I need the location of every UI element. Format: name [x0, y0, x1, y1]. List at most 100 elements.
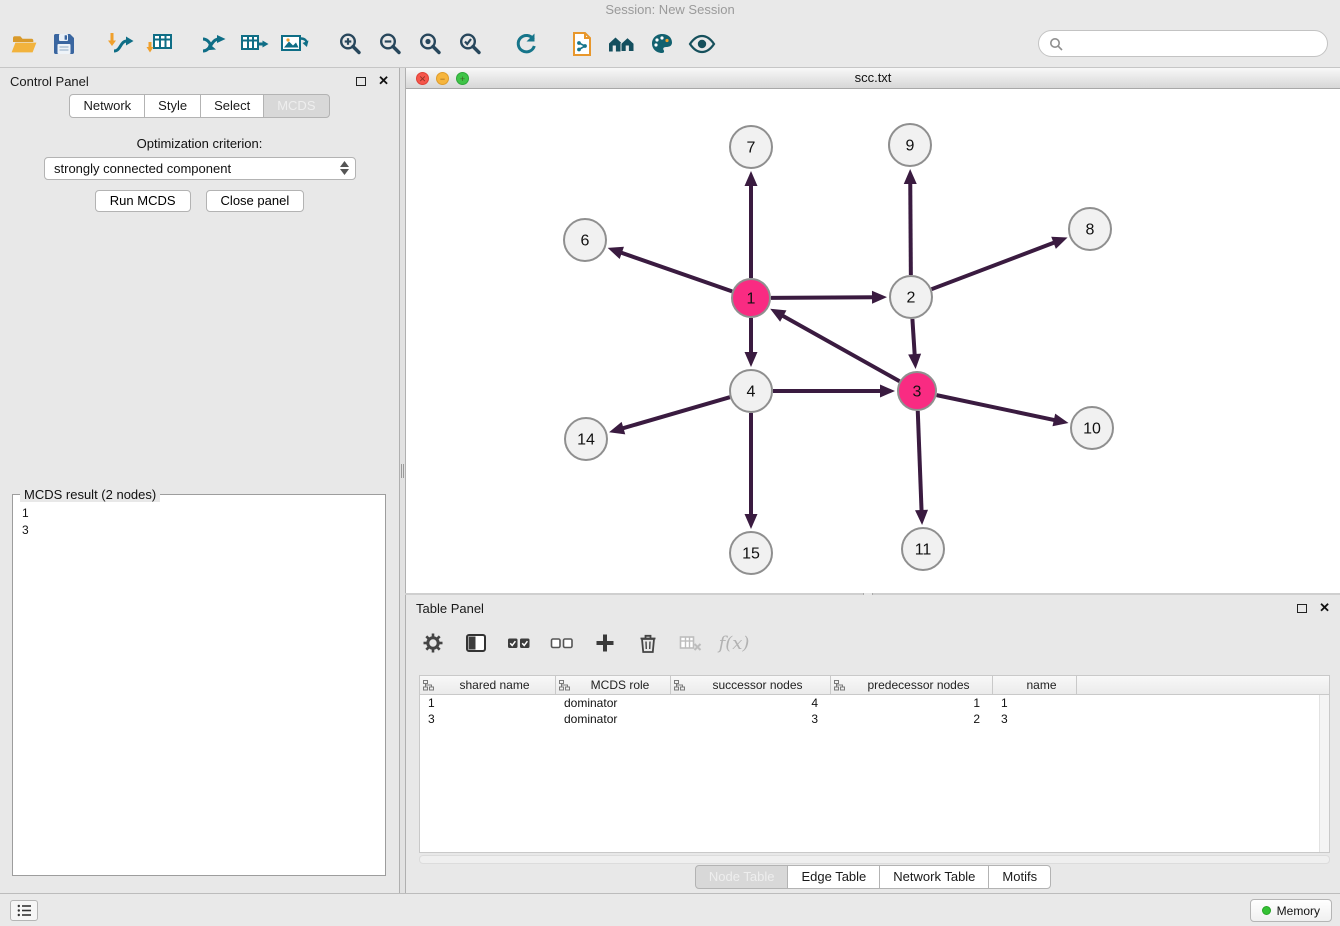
tab-select[interactable]: Select [200, 94, 264, 118]
graph-edge-arrow [908, 354, 921, 369]
open-session-button[interactable] [4, 24, 44, 64]
graph-edge-1-6[interactable] [619, 252, 732, 292]
search-box[interactable] [1038, 30, 1328, 57]
import-network-button[interactable] [100, 24, 140, 64]
clone-network-button[interactable] [562, 24, 602, 64]
apply-style-button[interactable] [642, 24, 682, 64]
graph-node-4[interactable]: 4 [730, 370, 772, 412]
select-all-button[interactable] [506, 630, 532, 656]
cell-shared-name[interactable]: 1 [420, 695, 556, 711]
mcds-result-title: MCDS result (2 nodes) [20, 487, 160, 502]
graph-node-3[interactable]: 3 [898, 372, 936, 410]
search-input[interactable] [1069, 36, 1317, 51]
table-row[interactable]: 1 dominator 4 1 1 [420, 695, 1329, 711]
column-header-shared-name[interactable]: shared name [420, 676, 556, 694]
cell-shared-name[interactable]: 3 [420, 711, 556, 727]
graph-node-8[interactable]: 8 [1069, 208, 1111, 250]
show-graphics-details-button[interactable] [682, 24, 722, 64]
network-window-titlebar: ✕ − + scc.txt [406, 68, 1340, 89]
graph-edge-2-8[interactable] [932, 242, 1057, 289]
column-label: name [1026, 678, 1056, 692]
export-network-button[interactable] [194, 24, 234, 64]
graph-node-2[interactable]: 2 [890, 276, 932, 318]
float-panel-icon[interactable] [356, 77, 366, 86]
splitter-grip[interactable] [401, 464, 404, 478]
graph-edge-2-3[interactable] [912, 319, 914, 357]
graph-node-1[interactable]: 1 [732, 279, 770, 317]
run-mcds-button[interactable]: Run MCDS [95, 190, 191, 212]
close-panel-icon[interactable]: ✕ [378, 76, 389, 86]
import-table-button[interactable] [140, 24, 180, 64]
graph-node-9[interactable]: 9 [889, 124, 931, 166]
apply-layout-button[interactable] [506, 24, 546, 64]
application-window: Session: New Session [0, 0, 1340, 926]
window-controls: ✕ − + [416, 72, 469, 85]
mcds-result-list[interactable]: 1 3 [16, 503, 382, 872]
criterion-select[interactable]: strongly connected component [44, 157, 356, 180]
cell-predecessor-nodes[interactable]: 1 [831, 695, 993, 711]
graph-node-14[interactable]: 14 [565, 418, 607, 460]
float-panel-icon[interactable] [1297, 604, 1307, 613]
column-header-name[interactable]: name [993, 676, 1077, 694]
table-vertical-scrollbar[interactable] [1319, 695, 1329, 852]
tab-network[interactable]: Network [69, 94, 145, 118]
tab-motifs[interactable]: Motifs [988, 865, 1051, 889]
table-options-button[interactable] [420, 630, 446, 656]
deselect-all-button[interactable] [549, 630, 575, 656]
cell-mcds-role[interactable]: dominator [556, 711, 671, 727]
graph-node-10[interactable]: 10 [1071, 407, 1113, 449]
graph-edge-3-10[interactable] [937, 395, 1057, 420]
table-row[interactable]: 3 dominator 3 2 3 [420, 711, 1329, 727]
first-neighbors-button[interactable] [602, 24, 642, 64]
zoom-fit-button[interactable] [410, 24, 450, 64]
export-image-button[interactable] [274, 24, 314, 64]
cell-name[interactable]: 1 [993, 695, 1077, 711]
graph-node-15[interactable]: 15 [730, 532, 772, 574]
graph-edge-3-11[interactable] [918, 411, 922, 513]
graph-edge-2-9[interactable] [910, 181, 911, 275]
graph-edge-3-1[interactable] [781, 315, 900, 382]
cell-name[interactable]: 3 [993, 711, 1077, 727]
export-table-button[interactable] [234, 24, 274, 64]
close-panel-button[interactable]: Close panel [206, 190, 305, 212]
cell-mcds-role[interactable]: dominator [556, 695, 671, 711]
column-header-predecessor-nodes[interactable]: predecessor nodes [831, 676, 993, 694]
column-header-successor-nodes[interactable]: successor nodes [671, 676, 831, 694]
graph-node-7[interactable]: 7 [730, 126, 772, 168]
network-canvas[interactable]: 7 9 6 8 1 2 4 3 14 10 15 11 [406, 89, 1340, 593]
cell-successor-nodes[interactable]: 3 [671, 711, 831, 727]
tab-node-table[interactable]: Node Table [695, 865, 789, 889]
close-panel-icon[interactable]: ✕ [1319, 603, 1330, 613]
tab-style[interactable]: Style [144, 94, 201, 118]
delete-column-button[interactable] [635, 630, 661, 656]
zoom-in-icon [337, 31, 363, 57]
column-header-mcds-role[interactable]: MCDS role [556, 676, 671, 694]
zoom-out-button[interactable] [370, 24, 410, 64]
maximize-window-icon[interactable]: + [456, 72, 469, 85]
graph-edge-arrow [1051, 237, 1067, 249]
cell-successor-nodes[interactable]: 4 [671, 695, 831, 711]
network-window-title: scc.txt [406, 68, 1340, 88]
close-window-icon[interactable]: ✕ [416, 72, 429, 85]
minimize-window-icon[interactable]: − [436, 72, 449, 85]
tab-edge-table[interactable]: Edge Table [787, 865, 880, 889]
tab-mcds[interactable]: MCDS [263, 94, 329, 118]
tab-network-table[interactable]: Network Table [879, 865, 989, 889]
network-view[interactable]: 7 9 6 8 1 2 4 3 14 10 15 11 [406, 89, 1340, 593]
table-horizontal-scrollbar[interactable] [419, 855, 1330, 864]
graph-node-11[interactable]: 11 [902, 528, 944, 570]
graph-edge-4-14[interactable] [621, 397, 730, 429]
task-history-button[interactable] [10, 900, 38, 921]
save-session-button[interactable] [44, 24, 84, 64]
zoom-in-button[interactable] [330, 24, 370, 64]
graph-edge-arrow [872, 291, 887, 304]
zoom-selected-button[interactable] [450, 24, 490, 64]
checked-boxes-icon [507, 632, 531, 654]
main-toolbar [0, 20, 1340, 68]
add-column-button[interactable] [592, 630, 618, 656]
graph-node-6[interactable]: 6 [564, 219, 606, 261]
cell-predecessor-nodes[interactable]: 2 [831, 711, 993, 727]
memory-button[interactable]: Memory [1250, 899, 1332, 922]
show-columns-button[interactable] [463, 630, 489, 656]
graph-edge-1-2[interactable] [771, 297, 875, 298]
